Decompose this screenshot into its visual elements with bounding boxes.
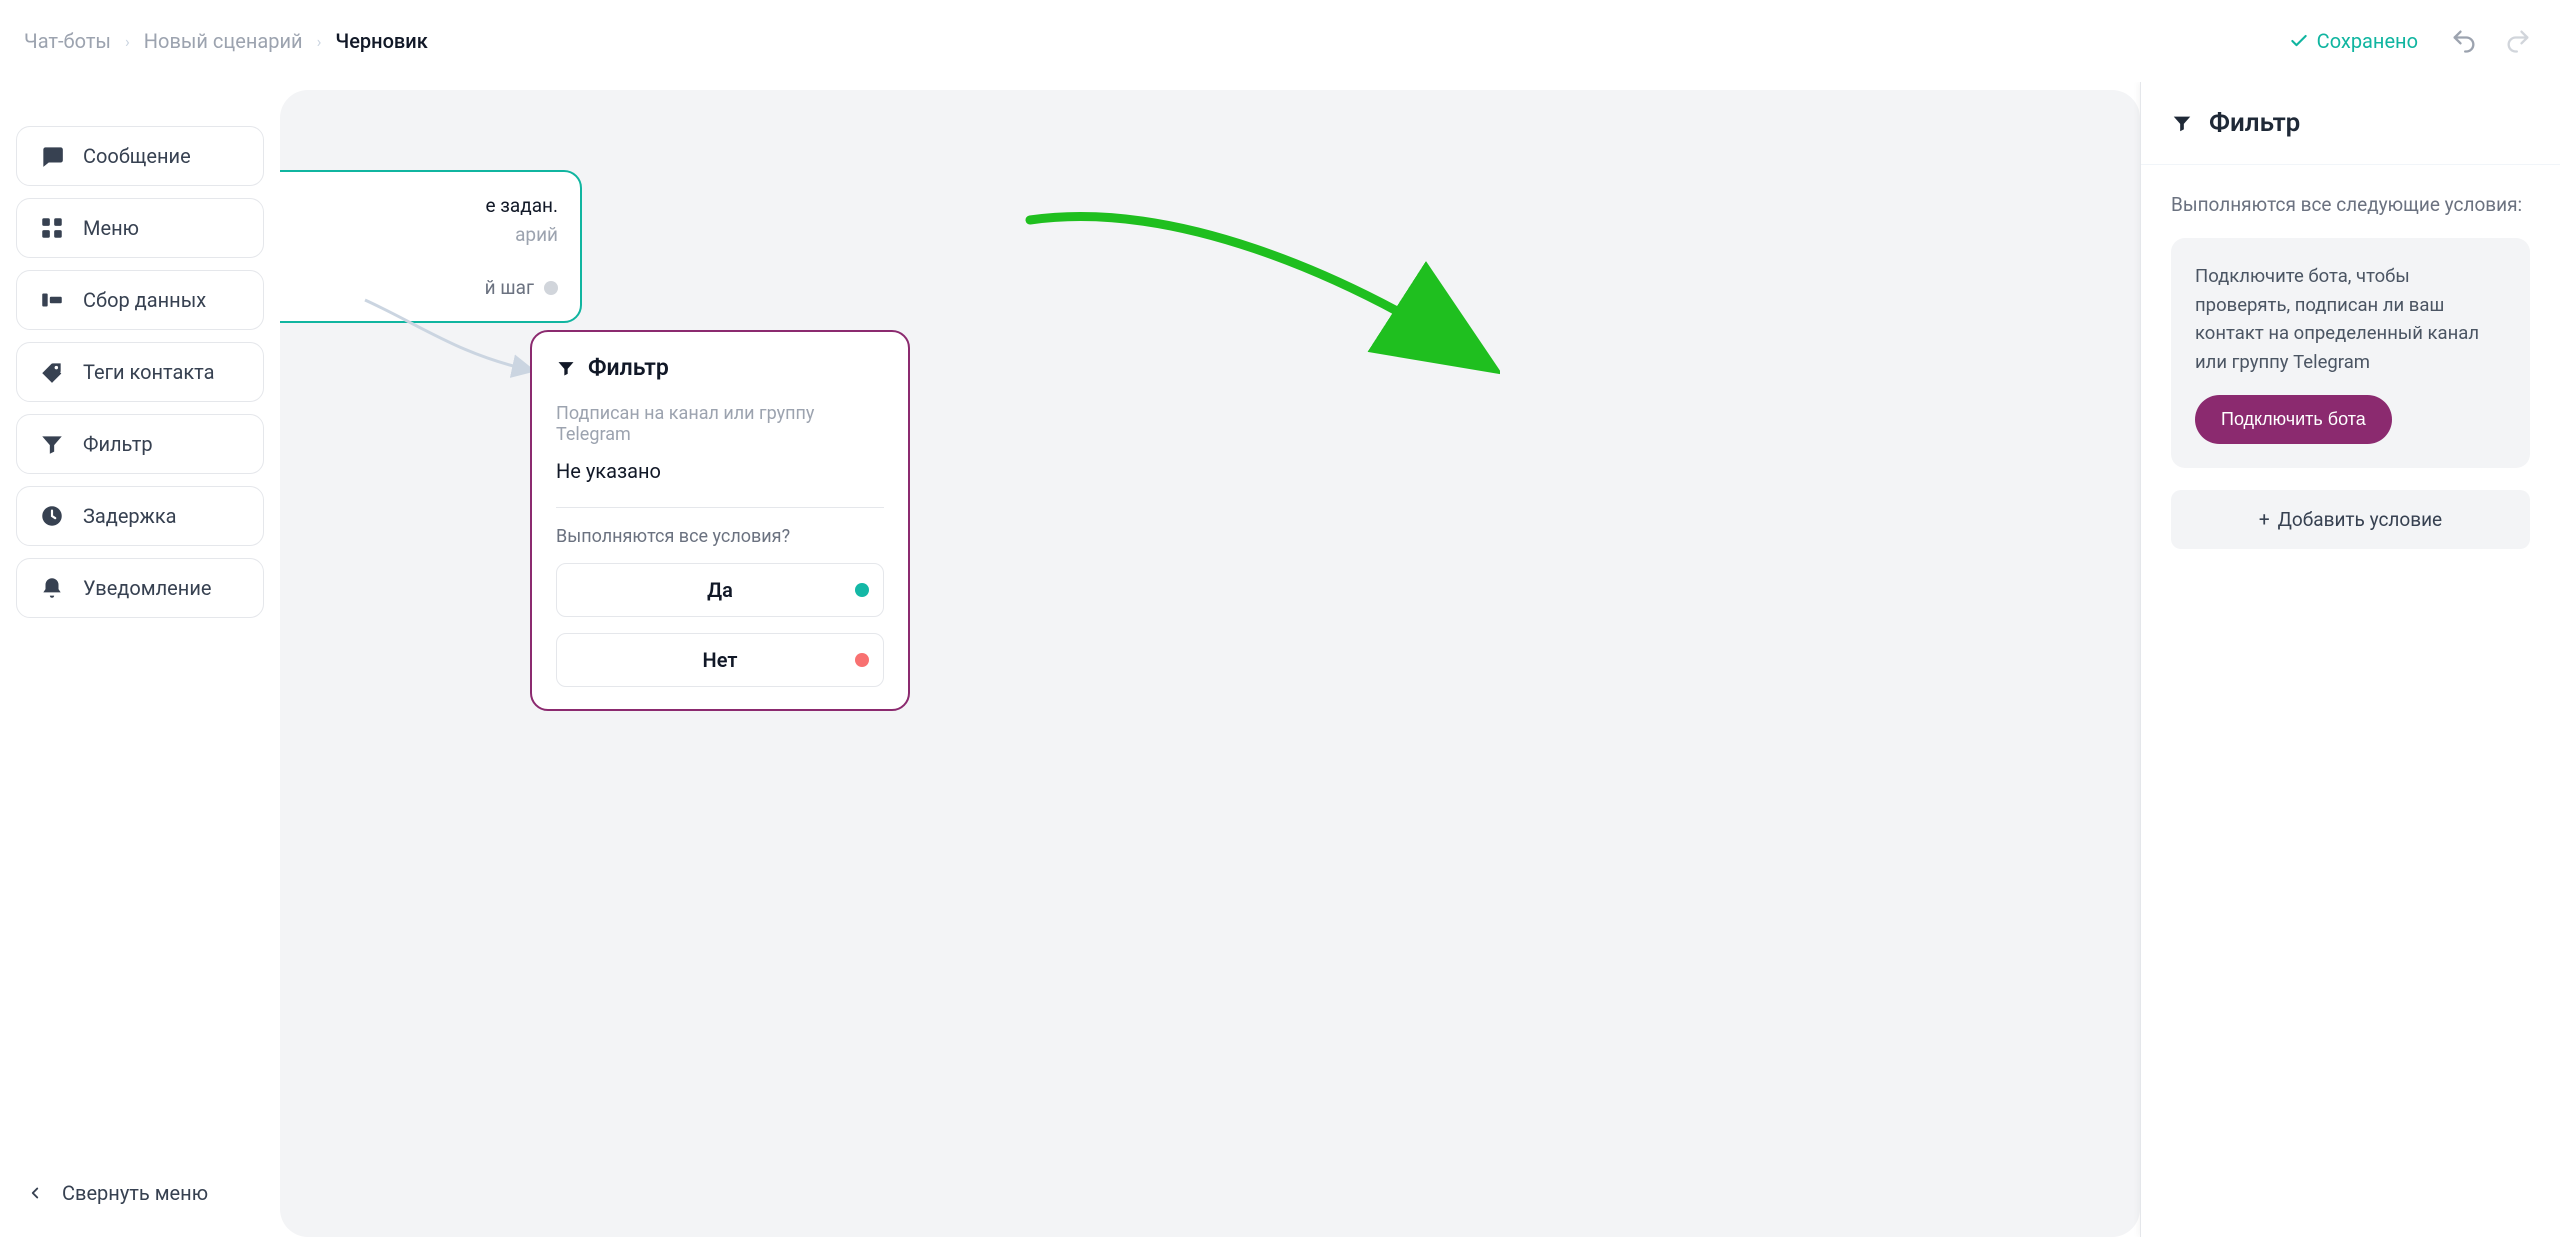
trigger-line1: е задан. <box>286 194 558 217</box>
sidebar-item-label: Сбор данных <box>83 288 206 312</box>
sidebar-item-label: Задержка <box>83 504 177 528</box>
filter-question: Выполняются все условия? <box>556 526 884 547</box>
form-icon <box>39 287 65 313</box>
undo-icon <box>2450 27 2478 55</box>
breadcrumb-current: Черновик <box>335 29 427 53</box>
sidebar-item-tags[interactable]: Теги контакта <box>16 342 264 402</box>
branch-yes-label: Да <box>707 578 733 602</box>
collapse-label: Свернуть меню <box>62 1181 208 1205</box>
connect-bot-button[interactable]: Подключить бота <box>2195 395 2392 444</box>
plus-icon: + <box>2259 508 2270 531</box>
filter-condition-label: Подписан на канал или группу Telegram <box>556 403 884 445</box>
branch-no-label: Нет <box>703 648 738 672</box>
left-sidebar: Сообщение Меню Сбор данных Теги контакта… <box>0 82 280 1237</box>
conditions-intro: Выполняются все следующие условия: <box>2171 193 2530 216</box>
topbar: Чат-боты › Новый сценарий › Черновик Сох… <box>0 0 2560 82</box>
right-panel: Фильтр Выполняются все следующие условия… <box>2140 82 2560 1237</box>
breadcrumb-root[interactable]: Чат-боты <box>24 29 111 53</box>
topbar-right: Сохранено <box>2289 23 2536 59</box>
sidebar-item-label: Меню <box>83 216 139 240</box>
right-panel-body: Выполняются все следующие условия: Подкл… <box>2141 165 2560 577</box>
filter-node[interactable]: Фильтр Подписан на канал или группу Tele… <box>530 330 910 711</box>
divider <box>556 507 884 508</box>
add-condition-button[interactable]: + Добавить условие <box>2171 490 2530 549</box>
annotation-arrow <box>1020 190 1500 390</box>
filter-icon <box>2171 112 2193 134</box>
chevron-left-icon <box>26 1184 44 1202</box>
chevron-right-icon: › <box>125 32 130 51</box>
sidebar-item-label: Сообщение <box>83 144 191 168</box>
sidebar-item-filter[interactable]: Фильтр <box>16 414 264 474</box>
connector-port-icon[interactable] <box>544 281 558 295</box>
bell-icon <box>39 575 65 601</box>
trigger-line2: арий <box>286 223 558 246</box>
main: Сообщение Меню Сбор данных Теги контакта… <box>0 82 2560 1237</box>
connector-port-icon[interactable] <box>855 653 869 667</box>
chevron-right-icon: › <box>317 32 322 51</box>
sidebar-item-message[interactable]: Сообщение <box>16 126 264 186</box>
connect-bot-info: Подключите бота, чтобы проверять, подпис… <box>2171 238 2530 468</box>
canvas-wrap: е задан. арий й шаг Фильтр <box>280 82 2140 1237</box>
check-icon <box>2289 31 2309 51</box>
trigger-line3-text: й шаг <box>485 276 534 299</box>
branch-yes[interactable]: Да <box>556 563 884 617</box>
message-icon <box>39 143 65 169</box>
sidebar-item-label: Уведомление <box>83 576 211 600</box>
flow-canvas[interactable]: е задан. арий й шаг Фильтр <box>280 90 2140 1237</box>
sidebar-item-label: Теги контакта <box>83 360 215 384</box>
add-condition-label: Добавить условие <box>2278 508 2443 531</box>
branch-no[interactable]: Нет <box>556 633 884 687</box>
filter-condition-value: Не указано <box>556 459 884 483</box>
filter-node-title: Фильтр <box>556 354 884 381</box>
sidebar-item-data-collection[interactable]: Сбор данных <box>16 270 264 330</box>
connector-port-icon[interactable] <box>855 583 869 597</box>
info-text: Подключите бота, чтобы проверять, подпис… <box>2195 262 2506 377</box>
sidebar-item-menu[interactable]: Меню <box>16 198 264 258</box>
sidebar-item-label: Фильтр <box>83 432 153 456</box>
filter-icon <box>39 431 65 457</box>
saved-indicator: Сохранено <box>2289 29 2418 53</box>
tag-icon <box>39 359 65 385</box>
trigger-node[interactable]: е задан. арий й шаг <box>280 170 582 323</box>
sidebar-item-delay[interactable]: Задержка <box>16 486 264 546</box>
filter-icon <box>556 358 576 378</box>
collapse-sidebar-button[interactable]: Свернуть меню <box>16 1165 264 1221</box>
undo-redo-group <box>2446 23 2536 59</box>
right-panel-title: Фильтр <box>2209 108 2300 138</box>
filter-node-title-text: Фильтр <box>588 354 669 381</box>
saved-label: Сохранено <box>2317 29 2418 53</box>
breadcrumb-mid[interactable]: Новый сценарий <box>144 29 303 53</box>
undo-button[interactable] <box>2446 23 2482 59</box>
redo-icon <box>2504 27 2532 55</box>
redo-button[interactable] <box>2500 23 2536 59</box>
right-panel-header: Фильтр <box>2141 82 2560 165</box>
sidebar-item-notification[interactable]: Уведомление <box>16 558 264 618</box>
grid-icon <box>39 215 65 241</box>
breadcrumb: Чат-боты › Новый сценарий › Черновик <box>24 29 428 53</box>
trigger-next-step: й шаг <box>286 276 558 299</box>
clock-icon <box>39 503 65 529</box>
